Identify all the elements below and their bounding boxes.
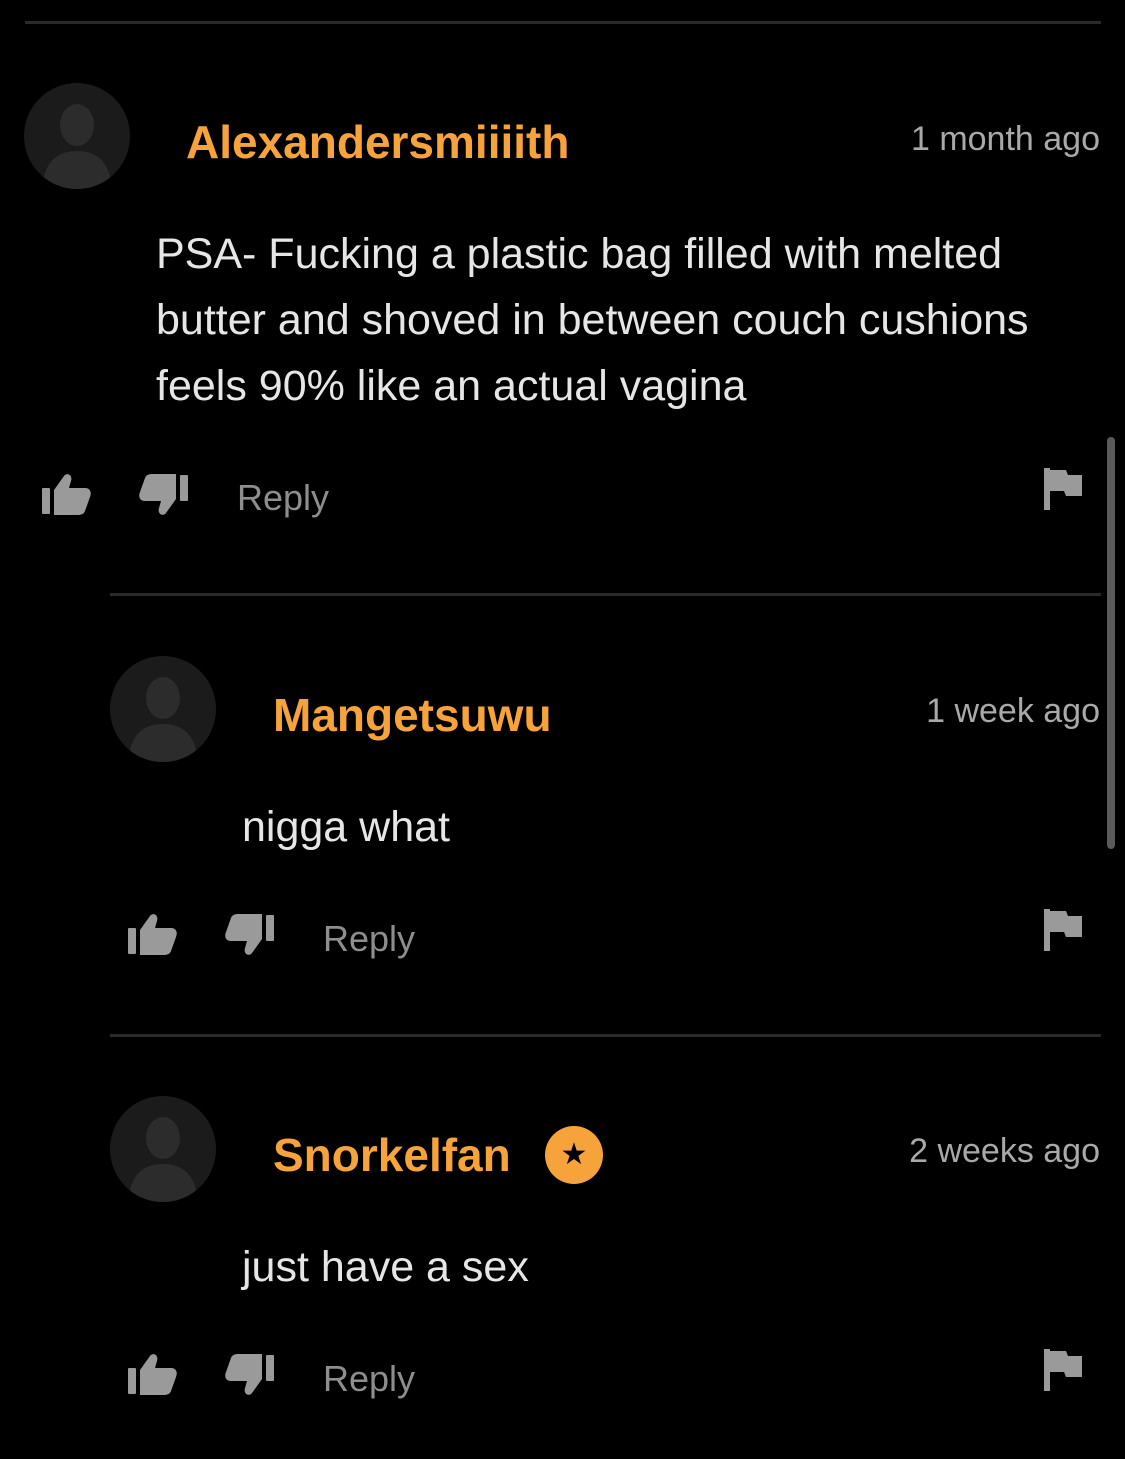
avatar[interactable]: [110, 656, 216, 762]
comment-text: nigga what: [242, 803, 450, 851]
flag-icon[interactable]: [1042, 907, 1084, 953]
avatar-placeholder-icon: [42, 104, 112, 189]
timestamp: 1 week ago: [926, 692, 1100, 730]
scrollbar[interactable]: [1107, 437, 1115, 849]
top-divider: [25, 21, 1101, 24]
username[interactable]: Mangetsuwu: [273, 688, 552, 742]
reply-button[interactable]: Reply: [237, 477, 329, 519]
comment-divider: [110, 593, 1101, 596]
thumbs-down-icon[interactable]: [224, 1353, 276, 1397]
thumbs-up-icon[interactable]: [40, 472, 92, 516]
thumbs-up-icon[interactable]: [126, 1352, 178, 1396]
thumbs-down-icon[interactable]: [224, 913, 276, 957]
timestamp: 2 weeks ago: [909, 1132, 1100, 1170]
reply-button[interactable]: Reply: [323, 1358, 415, 1400]
comment-text: just have a sex: [242, 1243, 529, 1291]
flag-icon[interactable]: [1042, 466, 1084, 512]
star-icon: ★: [545, 1126, 603, 1184]
comment-divider: [110, 1034, 1101, 1037]
avatar[interactable]: [24, 83, 130, 189]
avatar[interactable]: [110, 1096, 216, 1202]
timestamp: 1 month ago: [910, 120, 1100, 158]
avatar-placeholder-icon: [128, 677, 198, 762]
thumbs-up-icon[interactable]: [126, 912, 178, 956]
avatar-placeholder-icon: [128, 1117, 198, 1202]
flag-icon[interactable]: [1042, 1347, 1084, 1393]
comment-text: PSA- Fucking a plastic bag filled with m…: [156, 230, 1029, 410]
thumbs-down-icon[interactable]: [138, 473, 190, 517]
username[interactable]: Alexandersmiiiith: [186, 115, 569, 169]
comments-page: Alexandersmiiiith 1 month ago PSA- Fucki…: [0, 0, 1125, 1459]
username[interactable]: Snorkelfan: [273, 1128, 511, 1182]
reply-button[interactable]: Reply: [323, 918, 415, 960]
